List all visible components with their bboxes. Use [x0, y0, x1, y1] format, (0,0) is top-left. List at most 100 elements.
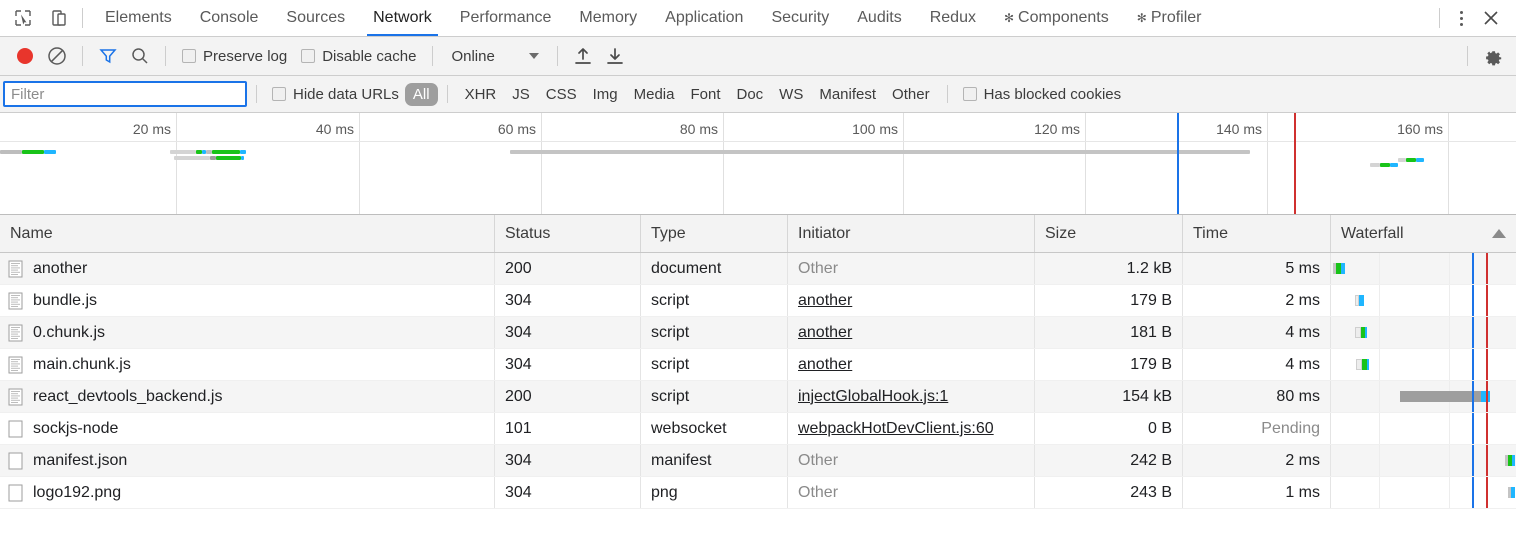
- record-button-icon[interactable]: [10, 42, 40, 70]
- table-row[interactable]: sockjs-node 101 websocket webpackHotDevClie…: [0, 413, 1516, 445]
- tab-profiler[interactable]: ✻ Profiler: [1123, 0, 1216, 36]
- panel-tabs: Elements Console Sources Network Perform…: [91, 0, 1433, 36]
- tab-security[interactable]: Security: [757, 0, 843, 36]
- request-name: manifest.json: [33, 451, 128, 469]
- overview-tick-label: 160 ms: [1397, 121, 1443, 137]
- request-name: logo192.png: [33, 483, 122, 501]
- column-header-name[interactable]: Name: [0, 215, 495, 252]
- initiator-link[interactable]: webpackHotDevClient.js:60: [798, 420, 994, 438]
- table-row[interactable]: manifest.json 304 manifest Other 242 B2 ms: [0, 445, 1516, 477]
- cell-name: react_devtools_backend.js: [0, 381, 495, 412]
- waterfall-load-line: [1486, 253, 1488, 284]
- cell-status: 304: [495, 445, 641, 476]
- cell-time: 2 ms: [1183, 445, 1331, 476]
- tab-sources[interactable]: Sources: [272, 0, 359, 36]
- tab-network[interactable]: Network: [359, 0, 446, 36]
- initiator-link[interactable]: another: [798, 324, 852, 342]
- tab-audits[interactable]: Audits: [843, 0, 915, 36]
- column-header-status[interactable]: Status: [495, 215, 641, 252]
- cell-size: 1.2 kB: [1035, 253, 1183, 284]
- tab-performance[interactable]: Performance: [446, 0, 566, 36]
- overview-tick-label: 40 ms: [315, 121, 354, 137]
- waterfall-dcl-line: [1472, 285, 1474, 316]
- throttling-value: Online: [451, 47, 495, 65]
- column-header-waterfall[interactable]: Waterfall: [1331, 215, 1516, 252]
- export-har-icon[interactable]: [600, 42, 630, 70]
- tab-application[interactable]: Application: [651, 0, 757, 36]
- device-toggle-icon[interactable]: [46, 5, 72, 31]
- filter-type-manifest[interactable]: Manifest: [811, 83, 884, 106]
- table-row[interactable]: 0.chunk.js 304 script another 181 B4 ms: [0, 317, 1516, 349]
- column-header-type[interactable]: Type: [641, 215, 788, 252]
- overview-load-line: [1294, 113, 1296, 214]
- table-row[interactable]: another 200 document Other 1.2 kB 5 ms: [0, 253, 1516, 285]
- filter-type-css[interactable]: CSS: [538, 83, 585, 106]
- tab-console[interactable]: Console: [186, 0, 273, 36]
- tab-label: Profiler: [1150, 9, 1202, 26]
- tabbar-actions: [1448, 0, 1516, 36]
- document-file-icon: [8, 388, 23, 405]
- tab-elements[interactable]: Elements: [91, 0, 186, 36]
- network-overview-timeline[interactable]: 20 ms 40 ms 60 ms 80 ms 100 ms 120 ms 140 ms 16…: [0, 113, 1516, 215]
- column-header-size[interactable]: Size: [1035, 215, 1183, 252]
- column-header-label: Name: [10, 224, 53, 242]
- tab-components[interactable]: ✻ Components: [990, 0, 1123, 36]
- filter-type-img[interactable]: Img: [585, 83, 626, 106]
- hide-data-urls-label: Hide data URLs: [293, 85, 399, 103]
- tab-redux[interactable]: Redux: [916, 0, 990, 36]
- document-file-icon: [8, 356, 23, 373]
- search-input[interactable]: [3, 81, 247, 107]
- network-toolbar: Preserve log Disable cache Online: [0, 37, 1516, 76]
- table-row[interactable]: logo192.png 304 png Other 243 B1 ms: [0, 477, 1516, 509]
- cell-status: 304: [495, 285, 641, 316]
- initiator-text: Other: [798, 451, 839, 469]
- filter-type-js[interactable]: JS: [504, 83, 538, 106]
- cell-type: script: [641, 349, 788, 380]
- document-file-icon: [8, 292, 23, 309]
- overview-request-band: [1398, 158, 1406, 162]
- gear-icon[interactable]: [1478, 42, 1508, 70]
- hide-data-urls-checkbox[interactable]: Hide data URLs: [266, 86, 405, 103]
- import-har-icon[interactable]: [568, 42, 598, 70]
- waterfall-gridline: [1379, 317, 1380, 348]
- table-row[interactable]: bundle.js 304 script another 179 B2 ms: [0, 285, 1516, 317]
- column-header-initiator[interactable]: Initiator: [788, 215, 1035, 252]
- disable-cache-checkbox[interactable]: Disable cache: [295, 48, 422, 65]
- throttling-dropdown[interactable]: Online: [443, 48, 546, 65]
- initiator-link[interactable]: another: [798, 292, 852, 310]
- tab-memory[interactable]: Memory: [565, 0, 651, 36]
- table-row[interactable]: main.chunk.js 304 script another 179 B4 ms: [0, 349, 1516, 381]
- filter-type-font[interactable]: Font: [682, 83, 728, 106]
- overview-request-band: [1370, 163, 1380, 167]
- cell-type: script: [641, 317, 788, 348]
- initiator-link[interactable]: another: [798, 356, 852, 374]
- waterfall-dcl-line: [1472, 317, 1474, 348]
- initiator-link[interactable]: injectGlobalHook.js:1: [798, 388, 948, 406]
- cell-size: 242 B: [1035, 445, 1183, 476]
- kebab-menu-icon[interactable]: [1448, 5, 1474, 31]
- waterfall-load-line: [1486, 381, 1488, 412]
- overview-gridline: [903, 113, 904, 214]
- filter-type-media[interactable]: Media: [626, 83, 683, 106]
- overview-tick-label: 80 ms: [679, 121, 718, 137]
- search-icon[interactable]: [125, 42, 155, 70]
- waterfall-dcl-line: [1472, 381, 1474, 412]
- preserve-log-checkbox[interactable]: Preserve log: [176, 48, 293, 65]
- clear-icon[interactable]: [42, 42, 72, 70]
- column-header-time[interactable]: Time: [1183, 215, 1331, 252]
- has-blocked-cookies-checkbox[interactable]: Has blocked cookies: [957, 86, 1128, 103]
- close-icon[interactable]: [1476, 3, 1506, 33]
- waterfall-dcl-line: [1472, 253, 1474, 284]
- filter-type-ws[interactable]: WS: [771, 83, 811, 106]
- tab-label: Console: [199, 9, 259, 26]
- inspect-cursor-icon[interactable]: [10, 5, 36, 31]
- request-name: main.chunk.js: [33, 355, 131, 373]
- table-row[interactable]: react_devtools_backend.js 200 script inject…: [0, 381, 1516, 413]
- filter-type-other[interactable]: Other: [884, 83, 938, 106]
- filter-type-all[interactable]: All: [404, 82, 438, 106]
- filter-type-doc[interactable]: Doc: [728, 83, 771, 106]
- filter-type-xhr[interactable]: XHR: [457, 83, 505, 106]
- cell-waterfall: [1331, 445, 1516, 476]
- filter-funnel-icon[interactable]: [93, 42, 123, 70]
- waterfall-bar-segment: [1367, 359, 1369, 370]
